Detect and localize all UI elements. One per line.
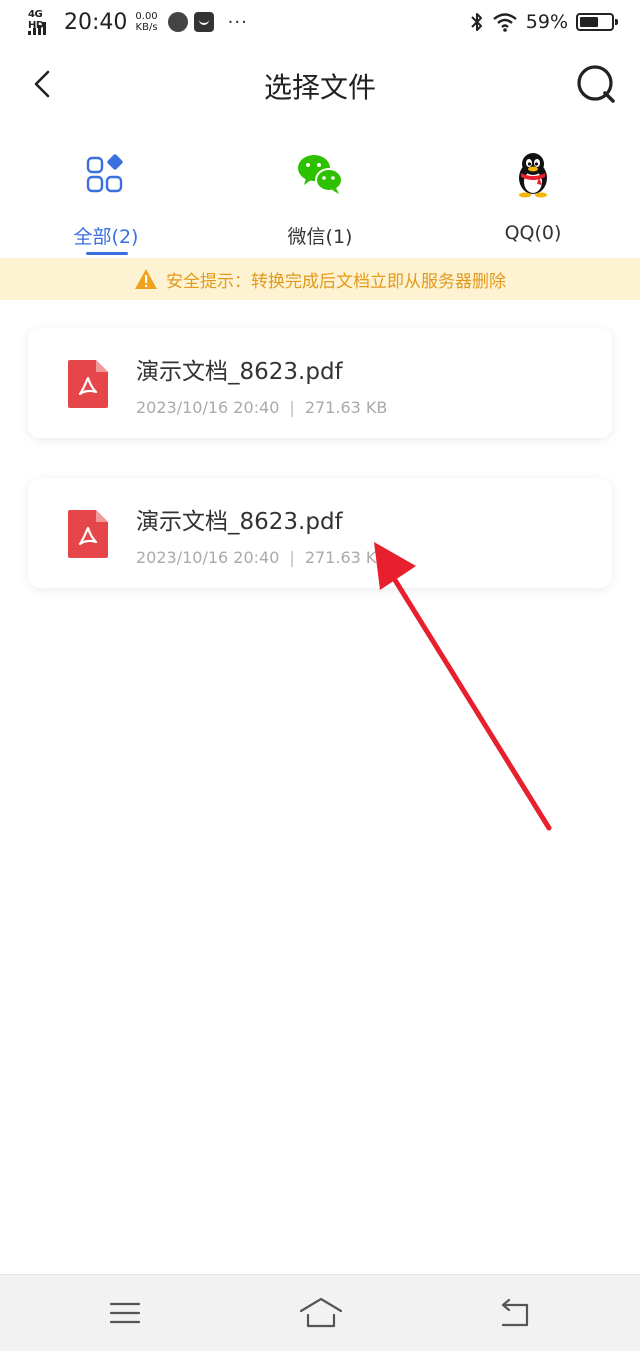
- menu-icon[interactable]: [105, 1293, 145, 1333]
- more-notifications-icon: ···: [227, 11, 248, 33]
- source-tabs: 全部(2) 微信(1) QQ(0): [0, 150, 640, 260]
- notification-message-icon: [193, 12, 214, 32]
- tab-wechat[interactable]: 微信(1): [230, 150, 410, 260]
- all-files-grid-icon: [86, 154, 123, 193]
- file-name: 演示文档_8623.pdf: [136, 359, 343, 385]
- network-speed: 0.00 KB/s: [135, 11, 157, 33]
- speed-value: 0.00: [135, 11, 158, 22]
- file-item[interactable]: 演示文档_8623.pdf 2023/10/16 20:40 | 271.63 …: [28, 328, 612, 438]
- wechat-icon: [298, 155, 343, 194]
- file-date: 2023/10/16 20:40: [136, 398, 280, 417]
- tab-all-label: 全部(2): [73, 226, 139, 248]
- home-icon[interactable]: [298, 1293, 344, 1333]
- file-meta: 2023/10/16 20:40 | 271.63 KB: [136, 548, 387, 567]
- search-icon[interactable]: [574, 62, 618, 106]
- tab-qq-label: QQ(0): [504, 222, 562, 244]
- file-meta: 2023/10/16 20:40 | 271.63 KB: [136, 398, 387, 417]
- cellular-signal-icon: 4G HD: [28, 9, 58, 35]
- file-name: 演示文档_8623.pdf: [136, 509, 343, 535]
- tab-qq[interactable]: QQ(0): [443, 150, 623, 260]
- active-tab-indicator: [86, 252, 128, 255]
- qq-penguin-icon: [519, 153, 547, 198]
- back-icon[interactable]: [495, 1293, 535, 1333]
- pdf-file-icon: [68, 510, 108, 558]
- page-title: 选择文件: [263, 71, 376, 104]
- app-header: 选择文件: [0, 52, 640, 116]
- security-notice: 安全提示：转换完成后文档立即从服务器删除: [0, 258, 640, 300]
- battery-icon: [576, 13, 618, 31]
- warning-icon: [135, 269, 157, 289]
- file-size: 271.63 KB: [304, 548, 388, 567]
- notice-text: 安全提示：转换完成后文档立即从服务器删除: [166, 271, 506, 292]
- file-size: 271.63 KB: [304, 398, 388, 417]
- system-nav-bar: [0, 1274, 640, 1351]
- bluetooth-icon: [471, 13, 482, 31]
- meta-separator: |: [289, 548, 295, 567]
- speed-unit: KB/s: [135, 22, 158, 33]
- tab-wechat-label: 微信(1): [287, 226, 353, 248]
- tab-all[interactable]: 全部(2): [16, 150, 196, 260]
- wifi-icon: [493, 13, 517, 32]
- pdf-file-icon: [68, 360, 108, 408]
- battery-percentage: 59%: [525, 11, 568, 33]
- status-time: 20:40: [64, 9, 128, 35]
- file-item[interactable]: 演示文档_8623.pdf 2023/10/16 20:40 | 271.63 …: [28, 478, 612, 588]
- meta-separator: |: [289, 398, 295, 417]
- status-bar: 4G HD 20:40 0.00 KB/s ··· 59%: [0, 0, 640, 44]
- file-date: 2023/10/16 20:40: [136, 548, 280, 567]
- notification-app-icon: [167, 12, 188, 32]
